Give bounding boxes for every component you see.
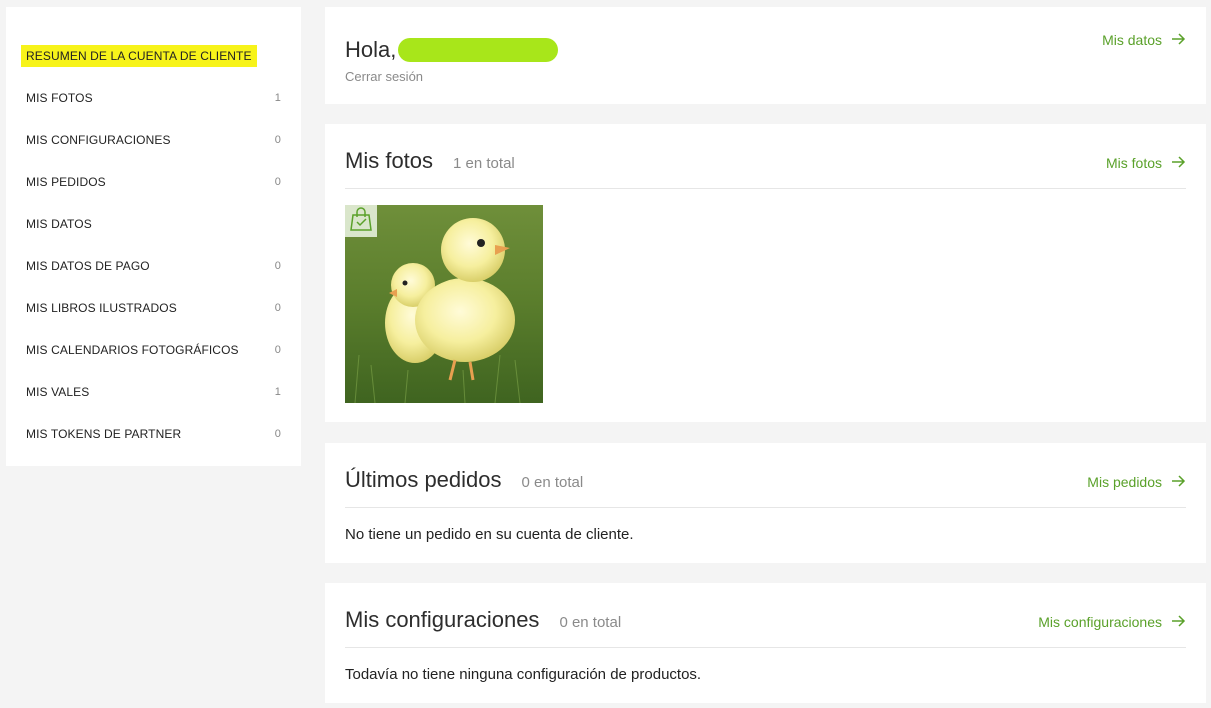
sidebar-item-photos[interactable]: MIS FOTOS 1 bbox=[26, 77, 281, 119]
card-header: Últimos pedidos 0 en total Mis pedidos bbox=[345, 443, 1186, 508]
sidebar-item-label: MIS FOTOS bbox=[26, 91, 93, 105]
logout-link[interactable]: Cerrar sesión bbox=[345, 69, 423, 84]
card-title-group: Mis configuraciones 0 en total bbox=[345, 583, 621, 633]
empty-message: Todavía no tiene ninguna configuración d… bbox=[345, 666, 702, 683]
my-photos-link[interactable]: Mis fotos bbox=[1106, 133, 1186, 171]
sidebar-item-configurations[interactable]: MIS CONFIGURACIONES 0 bbox=[26, 119, 281, 161]
sidebar-item-count: 1 bbox=[274, 92, 281, 104]
link-label: Mis fotos bbox=[1105, 155, 1162, 171]
arrow-right-icon bbox=[1172, 474, 1186, 490]
sidebar-item-count: 0 bbox=[274, 344, 281, 356]
card-header: Mis configuraciones 0 en total Mis confi… bbox=[345, 583, 1186, 648]
sidebar-item-label: MIS CONFIGURACIONES bbox=[26, 133, 171, 147]
arrow-right-icon bbox=[1172, 32, 1186, 48]
greeting-text: Hola, bbox=[345, 37, 397, 62]
sidebar-item-label: RESUMEN DE LA CUENTA DE CLIENTE bbox=[21, 45, 257, 67]
sidebar-item-partner-tokens[interactable]: MIS TOKENS DE PARTNER 0 bbox=[26, 413, 281, 455]
sidebar-item-label: MIS LIBROS ILUSTRADOS bbox=[26, 301, 177, 315]
photos-card: Mis fotos 1 en total Mis fotos bbox=[325, 124, 1206, 422]
card-title: Mis fotos bbox=[345, 148, 434, 173]
sidebar: RESUMEN DE LA CUENTA DE CLIENTE MIS FOTO… bbox=[6, 7, 301, 466]
sidebar-item-photo-calendars[interactable]: MIS CALENDARIOS FOTOGRÁFICOS 0 bbox=[26, 329, 281, 371]
sidebar-item-count: 0 bbox=[274, 134, 281, 146]
my-orders-link[interactable]: Mis pedidos bbox=[1087, 452, 1186, 490]
card-title: Mis configuraciones bbox=[345, 607, 540, 632]
purchased-badge bbox=[345, 205, 377, 237]
sidebar-item-label: MIS DATOS bbox=[26, 217, 92, 231]
sidebar-item-label: MIS DATOS DE PAGO bbox=[26, 259, 150, 273]
user-name-redacted bbox=[398, 38, 559, 62]
sidebar-item-label: MIS CALENDARIOS FOTOGRÁFICOS bbox=[26, 343, 239, 357]
card-title-group: Últimos pedidos 0 en total bbox=[345, 443, 583, 493]
sidebar-item-account-summary[interactable]: RESUMEN DE LA CUENTA DE CLIENTE bbox=[21, 35, 281, 77]
total-count: 1 en total bbox=[453, 155, 515, 172]
sidebar-item-count: 1 bbox=[274, 386, 281, 398]
sidebar-item-payment-data[interactable]: MIS DATOS DE PAGO 0 bbox=[26, 245, 281, 287]
my-data-link[interactable]: Mis datos bbox=[1102, 32, 1186, 48]
photo-thumbnail[interactable] bbox=[345, 205, 543, 403]
arrow-right-icon bbox=[1172, 155, 1186, 171]
sidebar-item-vouchers[interactable]: MIS VALES 1 bbox=[26, 371, 281, 413]
link-label: Mis datos bbox=[1102, 32, 1162, 48]
total-count: 0 en total bbox=[559, 614, 622, 631]
link-label: Mis configuraciones bbox=[1038, 614, 1162, 630]
sidebar-item-count: 0 bbox=[274, 260, 281, 272]
orders-card: Últimos pedidos 0 en total Mis pedidos N… bbox=[325, 443, 1206, 563]
sidebar-item-orders[interactable]: MIS PEDIDOS 0 bbox=[26, 161, 281, 203]
sidebar-item-label: MIS TOKENS DE PARTNER bbox=[26, 427, 182, 441]
sidebar-item-count: 0 bbox=[274, 176, 281, 188]
empty-message: No tiene un pedido en su cuenta de clien… bbox=[345, 526, 634, 543]
total-count: 0 en total bbox=[521, 474, 584, 491]
sidebar-item-photo-books[interactable]: MIS LIBROS ILUSTRADOS 0 bbox=[26, 287, 281, 329]
sidebar-item-count: 0 bbox=[274, 428, 281, 440]
card-title: Últimos pedidos bbox=[345, 467, 502, 492]
arrow-right-icon bbox=[1172, 614, 1186, 630]
sidebar-item-label: MIS VALES bbox=[26, 385, 90, 399]
sidebar-item-label: MIS PEDIDOS bbox=[26, 175, 106, 189]
sidebar-item-my-data[interactable]: MIS DATOS bbox=[26, 203, 281, 245]
sidebar-item-count: 0 bbox=[274, 302, 281, 314]
greeting: Hola, bbox=[345, 37, 559, 63]
link-label: Mis pedidos bbox=[1087, 474, 1162, 490]
configurations-card: Mis configuraciones 0 en total Mis confi… bbox=[325, 583, 1206, 703]
card-header: Mis fotos 1 en total Mis fotos bbox=[345, 124, 1186, 189]
my-configurations-link[interactable]: Mis configuraciones bbox=[1038, 592, 1186, 630]
shopping-bag-check-icon bbox=[350, 206, 372, 236]
greeting-card: Hola, Cerrar sesión Mis datos bbox=[325, 7, 1206, 104]
card-title-group: Mis fotos 1 en total bbox=[345, 124, 515, 174]
